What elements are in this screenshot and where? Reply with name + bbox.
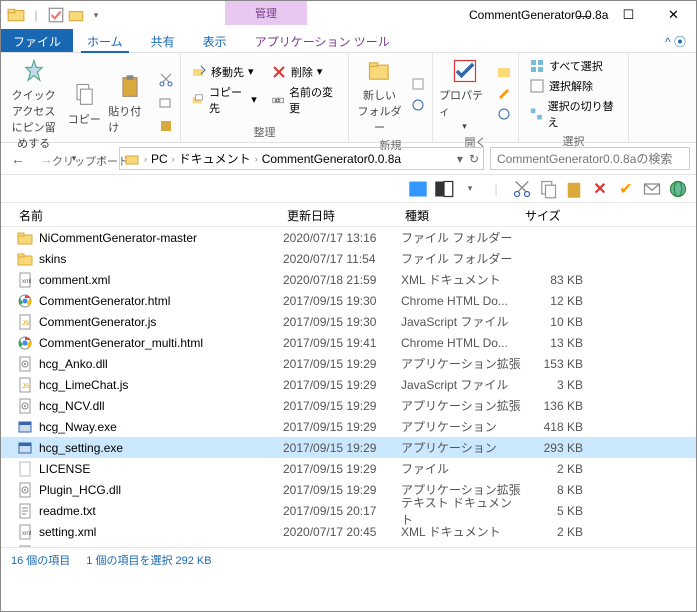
delete-button[interactable]: 削除 ▾ [267, 63, 342, 81]
globe-icon[interactable] [668, 179, 688, 199]
folder-small-icon[interactable] [67, 6, 85, 24]
file-row[interactable]: hcg_setting.exe2017/09/15 19:29アプリケーション2… [1, 437, 696, 458]
open-icon[interactable] [496, 64, 512, 83]
copy-path-icon[interactable] [158, 95, 174, 114]
svg-text:xml: xml [22, 279, 31, 285]
paste-icon[interactable] [564, 179, 584, 199]
dropdown-icon[interactable]: ▾ [87, 6, 105, 24]
breadcrumb-documents[interactable]: ドキュメント [179, 150, 251, 167]
column-name[interactable]: 名前 [1, 203, 283, 226]
file-row[interactable]: LICENSE2017/09/15 19:29ファイル2 KB [1, 458, 696, 479]
forward-button[interactable]: → [35, 148, 57, 170]
cut-icon[interactable] [158, 72, 174, 91]
paste-shortcut-icon[interactable] [158, 118, 174, 137]
view-bw-icon[interactable] [434, 179, 454, 199]
file-row[interactable]: readme.txt2017/09/15 20:17テキスト ドキュメント5 K… [1, 500, 696, 521]
file-row[interactable]: xmlcomment.xml2020/07/18 21:59XML ドキュメント… [1, 269, 696, 290]
file-row[interactable]: hcg_Nway.exe2017/09/15 19:29アプリケーション418 … [1, 416, 696, 437]
breadcrumb-folder[interactable]: CommentGenerator0.0.8a [262, 152, 401, 166]
folder-icon [7, 6, 25, 24]
file-row[interactable]: xmlsetting.xml2020/07/17 20:45XML ドキュメント… [1, 521, 696, 542]
column-type[interactable]: 種類 [401, 203, 521, 226]
checkbox-icon[interactable] [47, 6, 65, 24]
file-row[interactable]: Plugin_HCG.dll2017/09/15 19:29アプリケーション拡張… [1, 479, 696, 500]
tab-file[interactable]: ファイル [1, 29, 73, 52]
manage-context-tab[interactable]: 管理 [225, 1, 307, 25]
tab-application-tools[interactable]: アプリケーション ツール [241, 29, 404, 52]
svg-text:xml: xml [22, 531, 31, 537]
pin-quick-access-button[interactable]: クイック アクセス にピン留めする [7, 57, 60, 151]
file-list[interactable]: NiCommentGenerator-master2020/07/17 13:1… [1, 227, 696, 547]
close-button[interactable]: ✕ [651, 1, 696, 29]
qat-separator-icon: | [27, 6, 45, 24]
tab-view[interactable]: 表示 [189, 29, 241, 52]
status-selection: 1 個の項目を選択 292 KB [86, 552, 211, 568]
tab-share[interactable]: 共有 [137, 29, 189, 52]
svg-text:JS: JS [22, 384, 29, 390]
back-button[interactable]: ← [7, 148, 29, 170]
file-row[interactable]: skins2020/07/17 11:54ファイル フォルダー [1, 248, 696, 269]
column-size[interactable]: サイズ [521, 203, 591, 226]
maximize-button[interactable]: ☐ [606, 1, 651, 29]
dropdown-icon[interactable]: ▾ [460, 179, 480, 199]
status-item-count: 16 個の項目 [11, 552, 70, 568]
file-row[interactable]: JSCommentGenerator.js2017/09/15 19:30Jav… [1, 311, 696, 332]
copy-button[interactable]: コピー [66, 81, 102, 127]
select-none-button[interactable]: 選択解除 [525, 77, 622, 95]
recent-dropdown[interactable]: ▾ [63, 148, 85, 170]
check-icon[interactable]: ✔ [616, 179, 636, 199]
rename-button[interactable]: ab名前の変更 [267, 83, 342, 117]
new-item-icon[interactable] [410, 76, 426, 95]
file-row[interactable]: hcg_Anko.dll2017/09/15 19:29アプリケーション拡張15… [1, 353, 696, 374]
breadcrumb-pc[interactable]: PC [151, 152, 168, 166]
mail-icon[interactable] [642, 179, 662, 199]
file-row[interactable]: CommentGenerator.html2017/09/15 19:30Chr… [1, 290, 696, 311]
address-bar[interactable]: › PC› ドキュメント› CommentGenerator0.0.8a ▾ ↻ [119, 147, 484, 170]
separator: | [486, 179, 506, 199]
folder-icon [124, 151, 140, 167]
easy-access-icon[interactable] [410, 97, 426, 116]
ribbon-collapse-button[interactable]: ^ ⦿ [655, 29, 696, 52]
file-row[interactable]: NiCommentGenerator-master2020/07/17 13:1… [1, 227, 696, 248]
column-date[interactable]: 更新日時 [283, 203, 401, 226]
copy-to-button[interactable]: コピー先 ▾ [187, 83, 261, 117]
svg-text:ab: ab [274, 97, 280, 103]
edit-icon[interactable] [496, 85, 512, 104]
copy-icon[interactable] [538, 179, 558, 199]
cut-icon[interactable] [512, 179, 532, 199]
refresh-icon[interactable]: ↻ [469, 152, 479, 166]
tab-home[interactable]: ホーム [73, 29, 137, 52]
svg-text:JS: JS [22, 321, 29, 327]
history-icon[interactable] [496, 106, 512, 125]
properties-button[interactable]: プロパティ▾ [439, 57, 490, 132]
new-folder-button[interactable]: 新しい フォルダー [355, 57, 404, 135]
file-row[interactable]: CommentGenerator_multi.html2017/09/15 19… [1, 332, 696, 353]
minimize-button[interactable]: — [561, 1, 606, 29]
group-label-organize: 整理 [187, 122, 342, 140]
view-blue-icon[interactable] [408, 179, 428, 199]
file-row[interactable]: JShcg_LimeChat.js2017/09/15 19:29JavaScr… [1, 374, 696, 395]
paste-button[interactable]: 貼り付け [108, 73, 152, 135]
select-all-button[interactable]: すべて選択 [525, 57, 622, 75]
move-to-button[interactable]: 移動先 ▾ [187, 63, 261, 81]
address-dropdown-icon[interactable]: ▾ [457, 152, 463, 166]
search-input[interactable] [490, 147, 690, 170]
delete-icon[interactable]: ✕ [590, 179, 610, 199]
file-row[interactable]: hcg_NCV.dll2017/09/15 19:29アプリケーション拡張136… [1, 395, 696, 416]
up-button[interactable]: ↑ [91, 148, 113, 170]
select-invert-button[interactable]: 選択の切り替え [525, 97, 622, 131]
